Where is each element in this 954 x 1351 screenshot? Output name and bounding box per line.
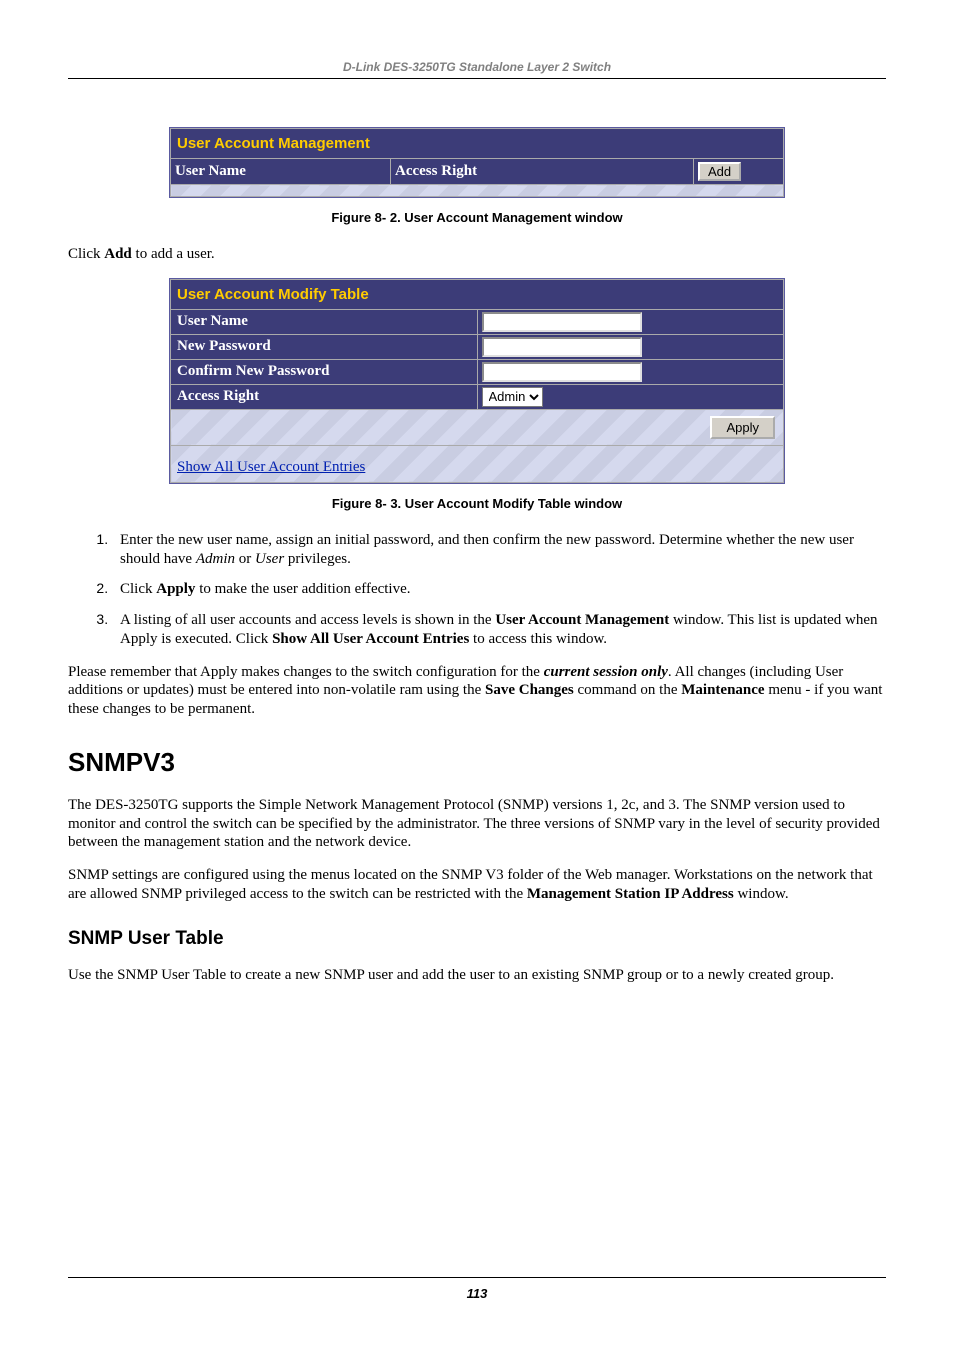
snmpv3-heading: SNMPV3: [68, 747, 886, 778]
page-footer: 113: [68, 1277, 886, 1301]
figure-8-2-screenshot: User Account Management User Name Access…: [169, 127, 785, 198]
label-confirm-password: Confirm New Password: [171, 359, 478, 384]
figure-8-3-caption: Figure 8- 3. User Account Modify Table w…: [68, 496, 886, 511]
label-access-right: Access Right: [171, 384, 478, 409]
add-button[interactable]: Add: [698, 162, 741, 181]
steps-list: Enter the new user name, assign an initi…: [68, 531, 886, 649]
access-right-select[interactable]: Admin: [482, 387, 543, 407]
remember-paragraph: Please remember that Apply makes changes…: [68, 663, 886, 719]
panel-title: User Account Management: [171, 129, 784, 159]
column-header-access-right: Access Right: [391, 159, 694, 185]
step-2: Click Apply to make the user addition ef…: [112, 580, 886, 599]
footer-rule: [68, 1277, 886, 1278]
snmp-para-1: The DES-3250TG supports the Simple Netwo…: [68, 796, 886, 852]
apply-button[interactable]: Apply: [710, 416, 775, 439]
empty-table-body: [171, 185, 784, 197]
click-add-text: Click Add to add a user.: [68, 245, 886, 264]
column-header-username: User Name: [171, 159, 391, 185]
snmp-user-table-heading: SNMP User Table: [68, 928, 886, 950]
figure-8-2-caption: Figure 8- 2. User Account Management win…: [68, 210, 886, 225]
label-username: User Name: [171, 309, 478, 334]
header-rule: [68, 78, 886, 79]
label-new-password: New Password: [171, 334, 478, 359]
add-button-cell: Add: [694, 159, 784, 185]
step-1: Enter the new user name, assign an initi…: [112, 531, 886, 569]
page-number: 113: [68, 1286, 886, 1301]
snmp-para-2: SNMP settings are configured using the m…: [68, 866, 886, 904]
step-3: A listing of all user accounts and acces…: [112, 611, 886, 649]
show-all-entries-link[interactable]: Show All User Account Entries: [177, 459, 365, 475]
username-input[interactable]: [482, 312, 642, 332]
figure-8-3-screenshot: User Account Modify Table User Name New …: [169, 278, 785, 484]
new-password-input[interactable]: [482, 337, 642, 357]
confirm-password-input[interactable]: [482, 362, 642, 382]
snmp-para-3: Use the SNMP User Table to create a new …: [68, 966, 886, 985]
modify-panel-title: User Account Modify Table: [171, 279, 784, 309]
page-header: D-Link DES-3250TG Standalone Layer 2 Swi…: [68, 60, 886, 78]
